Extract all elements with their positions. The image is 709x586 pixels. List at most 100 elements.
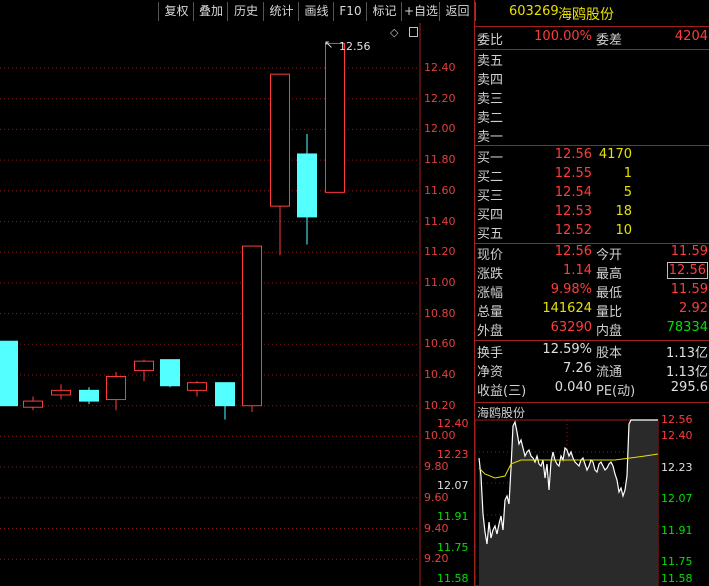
mini-left-tick: 12.40 <box>437 417 469 430</box>
bid-price: 12.52 <box>554 223 592 238</box>
fundamental-value: 12.59% <box>542 342 592 357</box>
fundamental-row: 净资 7.26 流通 1.13亿 <box>475 361 709 380</box>
y-tick-label: 11.80 <box>424 153 456 167</box>
candle-body <box>297 153 317 218</box>
toolbar-button-f10[interactable]: F10 <box>333 2 367 21</box>
fundamental-label: 净资 <box>477 365 504 380</box>
bid-price: 12.54 <box>554 185 592 200</box>
candle[interactable] <box>79 387 99 405</box>
panel-toggle-icon[interactable] <box>409 27 418 37</box>
bid-row: 买四 12.53 18 <box>475 204 709 223</box>
bid-label: 买四 <box>477 208 504 223</box>
y-tick-label: 10.20 <box>424 398 456 412</box>
y-tick-label: 12.00 <box>424 122 456 136</box>
fundamental-row: 换手 12.59% 股本 1.13亿 <box>475 342 709 361</box>
stat-value: 1.14 <box>563 263 592 278</box>
stat-value: 11.59 <box>670 244 708 259</box>
candle-body <box>325 42 345 193</box>
stock-code: 603269 <box>509 4 559 19</box>
toolbar-button-fuquan[interactable]: 复权 <box>158 2 194 21</box>
bid-volume: 10 <box>615 223 632 238</box>
weibi-row: 委比 100.00% 委差 4204 <box>475 29 709 48</box>
stat-label: 现价 <box>477 248 504 263</box>
candle[interactable] <box>242 245 262 412</box>
y-tick-label: 10.60 <box>424 337 456 351</box>
ask-label: 卖三 <box>477 92 504 107</box>
ask-row: 卖一 <box>475 126 709 145</box>
bid-row: 买二 12.55 1 <box>475 166 709 185</box>
candle-body <box>134 360 154 371</box>
mini-price-area <box>479 420 658 586</box>
fundamental-value: 295.6 <box>670 380 708 395</box>
toolbar-button-stats[interactable]: 统计 <box>263 2 299 21</box>
stat-value: 2.92 <box>679 301 708 316</box>
divider <box>475 402 709 403</box>
stat-value: 9.98% <box>550 282 592 297</box>
stock-title-row: 603269 海鸥股份 <box>475 4 709 24</box>
stat-label: 外盘 <box>477 324 504 339</box>
mini-right-tick: 11.75 <box>661 555 693 568</box>
fundamental-label: 换手 <box>477 346 504 361</box>
candle[interactable] <box>134 359 154 382</box>
diamond-icon[interactable]: ◇ <box>390 26 398 39</box>
y-tick-label: 11.20 <box>424 245 456 259</box>
stat-label: 量比 <box>596 305 623 320</box>
candle[interactable] <box>187 381 207 397</box>
bid-volume: 4170 <box>598 147 632 162</box>
candle[interactable] <box>160 359 180 388</box>
weicha-value: 4204 <box>674 29 708 44</box>
mini-right-tick: 11.58 <box>661 572 693 585</box>
y-tick-label: 11.40 <box>424 214 456 228</box>
bid-label: 买五 <box>477 227 504 242</box>
candle-body <box>79 389 99 402</box>
mini-right-tick: 12.40 <box>661 429 693 442</box>
stat-value: 12.56 <box>554 244 592 259</box>
candle[interactable] <box>215 382 235 420</box>
stat-row: 涨跌 1.14 最高 12.56 <box>475 262 709 282</box>
candle-body <box>187 382 207 391</box>
bid-row: 买五 12.52 10 <box>475 223 709 242</box>
stat-value: 78334 <box>666 320 708 335</box>
candle-body <box>242 245 262 407</box>
stat-label: 涨跌 <box>477 267 504 282</box>
toolbar-button-back[interactable]: 返回 <box>439 2 476 21</box>
ask-label: 卖二 <box>477 111 504 126</box>
candle[interactable] <box>0 340 18 407</box>
toolbar-button-history[interactable]: 历史 <box>227 2 264 21</box>
bid-volume: 1 <box>623 166 632 181</box>
mini-right-tick: 11.91 <box>661 524 693 537</box>
weibi-value: 100.00% <box>534 29 592 44</box>
bid-price: 12.56 <box>554 147 592 162</box>
fundamental-label: 流通 <box>596 365 623 380</box>
bid-label: 买三 <box>477 189 504 204</box>
toolbar-button-mark[interactable]: 标记 <box>366 2 402 21</box>
y-tick-label: 12.20 <box>424 91 456 105</box>
stat-label: 最低 <box>596 286 623 301</box>
y-tick-label: 9.40 <box>424 521 449 535</box>
candle-body <box>0 340 18 407</box>
toolbar-button-add-watchlist[interactable]: +自选 <box>401 2 440 21</box>
candle[interactable] <box>325 42 345 193</box>
mini-right-tick: 12.56 <box>661 413 693 426</box>
intraday-mini-chart[interactable]: 海鸥股份 12.40 12.23 12.07 11.91 11.75 11.58 12.56… <box>437 404 709 586</box>
mini-left-tick: 11.91 <box>437 510 469 523</box>
candle[interactable] <box>270 73 290 256</box>
kline-chart[interactable]: ◇ 12.56 ↖ 12.40 12.20 12.00 11.80 11.60 11.40… <box>0 23 474 586</box>
bid-volume: 5 <box>623 185 632 200</box>
candle[interactable] <box>23 396 43 411</box>
stat-label: 涨幅 <box>477 286 504 301</box>
toolbar-button-overlay[interactable]: 叠加 <box>193 2 228 21</box>
candle-body <box>270 73 290 207</box>
ask-label: 卖一 <box>477 130 504 145</box>
candle[interactable] <box>51 384 71 400</box>
divider <box>475 145 709 146</box>
candle[interactable] <box>106 371 126 411</box>
stat-row: 总量 141624 量比 2.92 <box>475 301 709 320</box>
y-tick-label: 12.40 <box>424 61 456 74</box>
stat-value: 63290 <box>550 320 592 335</box>
y-tick-label: 10.00 <box>424 429 456 443</box>
fundamental-label: 收益(三) <box>477 384 527 399</box>
candle[interactable] <box>297 134 317 245</box>
stat-label: 最高 <box>596 267 623 282</box>
toolbar-button-draw[interactable]: 画线 <box>298 2 334 21</box>
